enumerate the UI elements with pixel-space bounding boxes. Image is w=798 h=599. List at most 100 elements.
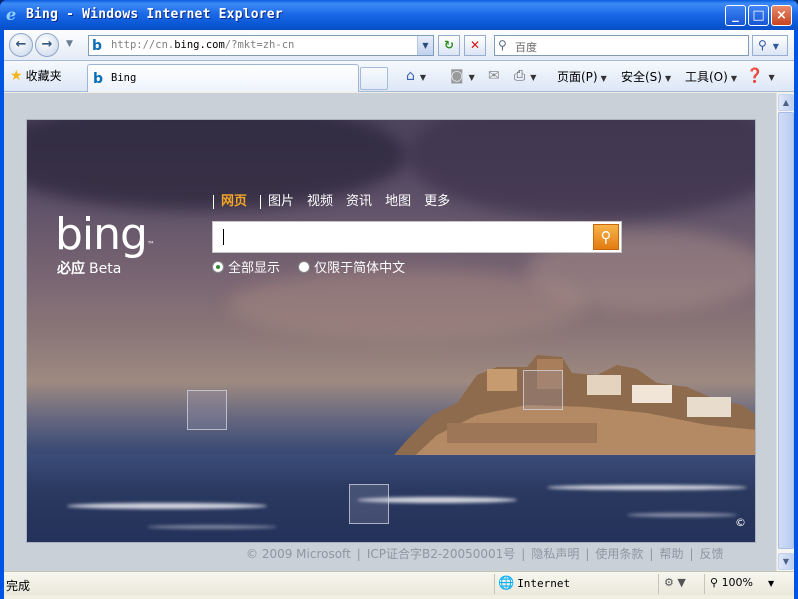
bing-search-button[interactable]: ⚲ — [593, 224, 619, 250]
wave-shape — [627, 513, 737, 517]
tab-bing[interactable]: b Bing — [87, 64, 359, 92]
zoom-icon: ⚲ — [710, 576, 719, 589]
window-title: Bing - Windows Internet Explorer — [26, 7, 283, 22]
scope-images[interactable]: 图片 — [268, 194, 294, 209]
hotspot-square[interactable] — [187, 390, 227, 430]
radio-checked-icon[interactable] — [212, 261, 224, 273]
scope-more[interactable]: 更多 — [424, 194, 450, 209]
browser-chrome: ← → ▼ b http://cn.bing.com/?mkt=zh-cn ▼ … — [4, 30, 794, 599]
bing-background-image: bing™ 必应 Beta 网页 图片 视频 资讯 地图 更多 ⚲ 全部显示 仅限于简体中文… — [26, 119, 756, 543]
help-button[interactable]: ❓ ▼ — [746, 68, 775, 84]
chevron-down-icon: ▼ — [600, 74, 607, 83]
printer-icon: ⎙ — [514, 68, 526, 84]
hotspot-square[interactable] — [349, 484, 389, 524]
scope-maps[interactable]: 地图 — [385, 194, 411, 209]
chevron-down-icon: ▼ — [419, 73, 427, 82]
refresh-button[interactable]: ↻ — [438, 35, 460, 56]
home-button[interactable]: ⌂ ▼ — [406, 68, 426, 84]
mail-icon: ✉ — [488, 68, 500, 84]
image-copyright-icon[interactable]: © — [735, 516, 746, 529]
scrollbar-thumb[interactable] — [778, 112, 794, 549]
bing-favicon-icon: b — [92, 38, 103, 54]
home-icon: ⌂ — [406, 68, 415, 84]
search-icon: ⚲ — [498, 38, 507, 52]
footer-terms-link[interactable]: 使用条款 — [595, 547, 643, 561]
address-toolbar: ← → ▼ b http://cn.bing.com/?mkt=zh-cn ▼ … — [4, 30, 794, 61]
chevron-down-icon: ▼ — [730, 74, 737, 83]
address-bar[interactable]: b http://cn.bing.com/?mkt=zh-cn ▼ — [88, 35, 434, 56]
search-scopes: 网页 图片 视频 资讯 地图 更多 — [213, 190, 463, 209]
print-button[interactable]: ⎙ ▼ — [514, 68, 536, 84]
radio-unchecked-icon[interactable] — [298, 261, 311, 273]
text-caret — [223, 229, 224, 245]
bing-favicon-icon: b — [93, 71, 104, 87]
scope-news[interactable]: 资讯 — [346, 194, 372, 209]
search-placeholder: 百度 — [515, 41, 537, 54]
tools-menu[interactable]: 工具(O) ▼ — [685, 68, 737, 85]
vertical-scrollbar[interactable]: ▲ ▼ — [776, 93, 794, 571]
title-bar[interactable]: e Bing - Windows Internet Explorer _ □ × — [0, 0, 798, 30]
star-icon: ★ — [10, 68, 23, 84]
rss-icon: ◙ — [450, 68, 464, 84]
back-button[interactable]: ← — [9, 33, 33, 57]
globe-icon: 🌐 — [498, 576, 515, 591]
help-icon: ❓ — [746, 68, 764, 84]
bing-logo[interactable]: bing™ — [55, 213, 155, 257]
feeds-button[interactable]: ◙ ▼ — [450, 68, 475, 84]
safety-menu[interactable]: 安全(S) ▼ — [621, 68, 671, 85]
scroll-down-button[interactable]: ▼ — [778, 553, 794, 570]
search-icon: ⚲ — [600, 228, 612, 246]
wave-shape — [67, 503, 267, 509]
bing-search-input[interactable]: ⚲ — [212, 221, 622, 253]
chevron-down-icon: ▼ — [664, 74, 672, 83]
page-menu[interactable]: 页面(P) ▼ — [557, 68, 607, 85]
search-button[interactable]: ⚲ ▼ — [752, 35, 788, 56]
hotspot-square[interactable] — [523, 370, 563, 410]
forward-button[interactable]: → — [35, 33, 59, 57]
chevron-down-icon: ▼ — [768, 579, 775, 588]
url-text[interactable]: http://cn.bing.com/?mkt=zh-cn — [111, 39, 294, 51]
stop-button[interactable]: ✕ — [464, 35, 486, 56]
wave-shape — [147, 525, 277, 529]
status-text: 完成 — [6, 579, 31, 593]
protected-mode-button[interactable]: ⚙ ▼ — [664, 576, 686, 589]
footer-icp-link[interactable]: ICP证合字B2-20050001号 — [367, 547, 515, 561]
scope-videos[interactable]: 视频 — [307, 194, 333, 209]
option-simplified-chinese-only[interactable]: 仅限于简体中文 — [298, 261, 405, 276]
new-tab-button[interactable] — [360, 67, 388, 90]
tab-title: Bing — [111, 72, 137, 84]
footer-feedback-link[interactable]: 反馈 — [700, 547, 724, 561]
tab-toolbar: ★ 收藏夹 b Bing ⌂ ▼ ◙ ▼ ✉ ⎙ ▼ 页面(P) ▼ 安全(S) ▼ 工具(… — [4, 61, 794, 92]
footer-help-link[interactable]: 帮助 — [659, 547, 683, 561]
castle-island-image — [387, 355, 755, 465]
scroll-up-button[interactable]: ▲ — [778, 94, 794, 111]
scope-web[interactable]: 网页 — [221, 194, 247, 209]
bing-logo-subtitle: 必应 Beta — [57, 261, 122, 277]
option-all-results[interactable]: 全部显示 — [212, 261, 280, 276]
search-options-dropdown-icon[interactable]: ▼ — [773, 42, 779, 51]
minimize-button[interactable]: _ — [725, 5, 746, 26]
maximize-button[interactable]: □ — [748, 5, 769, 26]
favorites-button[interactable]: ★ 收藏夹 — [10, 67, 62, 84]
chevron-down-icon: ▼ — [530, 73, 537, 82]
sea-image — [27, 455, 755, 542]
close-button[interactable]: × — [771, 5, 792, 26]
zoom-control[interactable]: ⚲ 100% ▼ — [710, 576, 774, 589]
security-zone[interactable]: 🌐 Internet — [498, 576, 570, 591]
chevron-down-icon: ▼ — [768, 73, 775, 82]
mail-button[interactable]: ✉ — [488, 68, 502, 84]
footer-copyright: © 2009 Microsoft — [246, 547, 351, 561]
chevron-down-icon: ▼ — [468, 73, 475, 82]
lock-icon: ⚙ — [664, 576, 674, 589]
search-input[interactable]: ⚲ 百度 — [494, 35, 749, 56]
language-options: 全部显示 仅限于简体中文 — [212, 257, 419, 276]
footer-privacy-link[interactable]: 隐私声明 — [531, 547, 579, 561]
page-footer: © 2009 Microsoft | ICP证合字B2-20050001号 | 隐私声明… — [246, 547, 724, 561]
history-dropdown-icon[interactable]: ▼ — [66, 39, 73, 49]
web-viewport: bing™ 必应 Beta 网页 图片 视频 资讯 地图 更多 ⚲ 全部显示 仅限于简体中文… — [4, 93, 776, 571]
ie-logo-icon: e — [6, 5, 17, 24]
wave-shape — [547, 485, 747, 490]
status-bar: 完成 🌐 Internet ⚙ ▼ ⚲ 100% ▼ — [4, 571, 794, 595]
address-dropdown-button[interactable]: ▼ — [417, 36, 433, 55]
browser-window: e Bing - Windows Internet Explorer _ □ ×… — [0, 0, 798, 599]
